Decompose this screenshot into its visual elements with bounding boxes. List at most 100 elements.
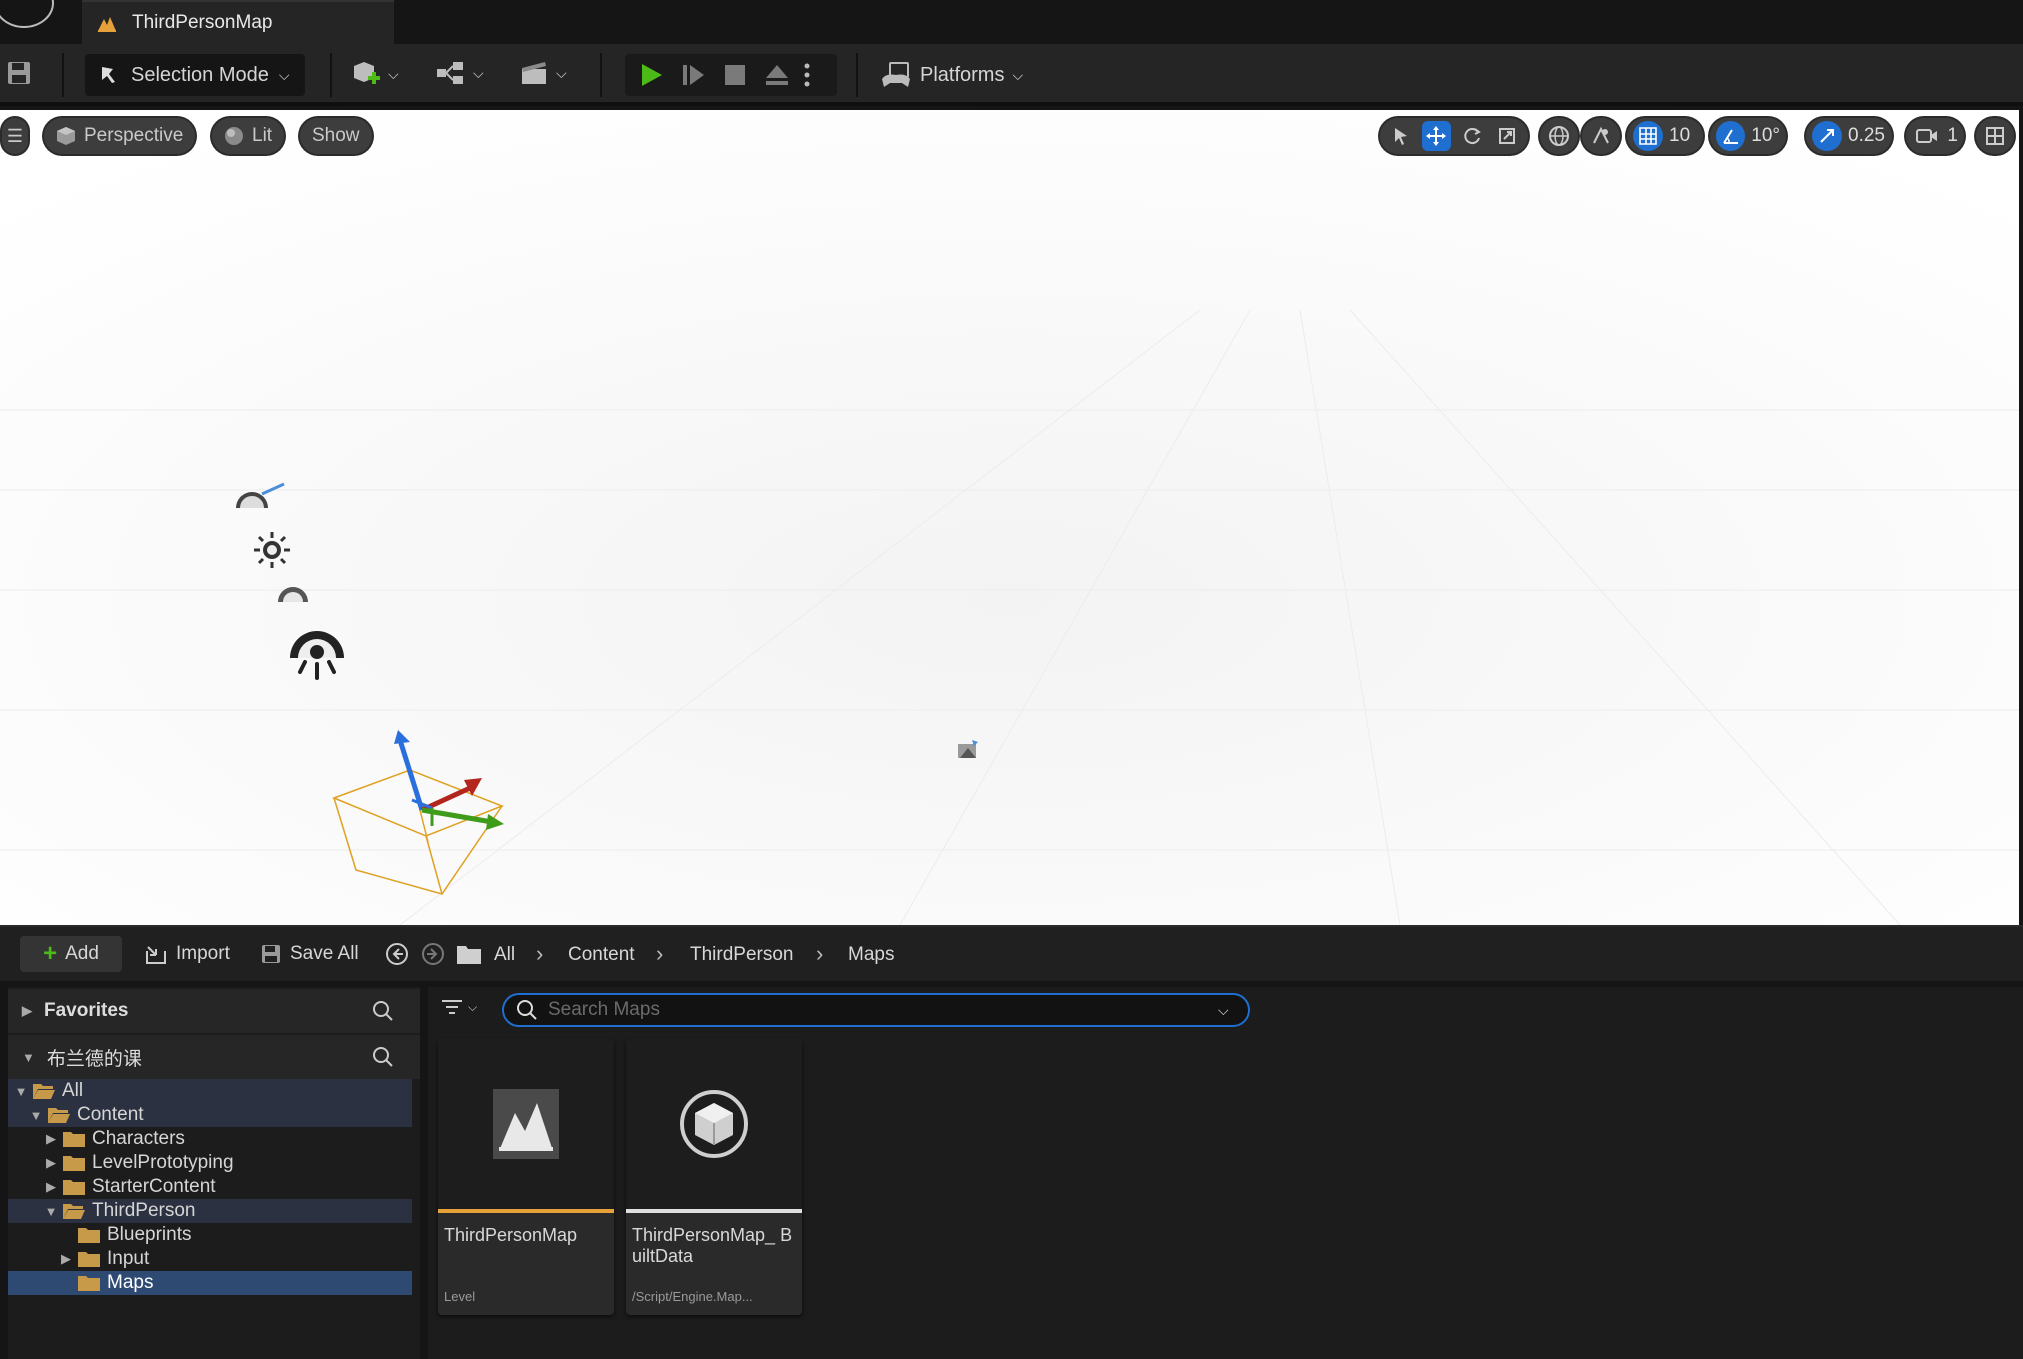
translate-tool-icon[interactable] xyxy=(1421,121,1451,151)
forward-arrow-icon[interactable] xyxy=(420,941,446,967)
project-header[interactable]: ▼ 布兰德的课 xyxy=(8,1035,420,1079)
perspective-button[interactable]: Perspective xyxy=(44,118,196,154)
toolbar-divider xyxy=(600,53,602,97)
folder-icon xyxy=(63,1156,85,1171)
chevron-right-icon[interactable]: ▶ xyxy=(44,1155,58,1171)
cinematics-button[interactable]: ⌵ xyxy=(518,58,567,88)
tree-item-label: Maps xyxy=(107,1272,154,1293)
chevron-down-icon[interactable]: ⌵ xyxy=(1218,1002,1229,1019)
scale-snap-control[interactable]: 0.25 xyxy=(1806,118,1892,154)
folder-icon[interactable] xyxy=(456,943,482,965)
chevron-down-icon[interactable]: ▼ xyxy=(44,1204,58,1219)
import-button[interactable]: Import xyxy=(144,936,230,972)
selection-mode-button[interactable]: Selection Mode ⌵ xyxy=(85,54,305,96)
viewport-layout-button[interactable] xyxy=(1976,118,2014,154)
transform-gizmo[interactable] xyxy=(320,730,520,910)
chevron-down-icon[interactable]: ▼ xyxy=(14,1084,28,1099)
platforms-icon xyxy=(882,62,910,87)
tree-item-label: Characters xyxy=(92,1128,185,1149)
directional-light-icon[interactable] xyxy=(252,530,292,570)
hamburger-icon: ☰ xyxy=(6,125,24,146)
rotation-snap-control[interactable]: 10° xyxy=(1710,118,1786,154)
more-options-icon[interactable] xyxy=(801,61,813,89)
tab-third-person-map[interactable]: ThirdPersonMap xyxy=(82,0,394,44)
import-label: Import xyxy=(176,943,230,964)
tree-item-startercontent[interactable]: ▶ StarterContent xyxy=(8,1175,412,1199)
asset-name: ThirdPersonMap xyxy=(444,1225,578,1245)
angle-snap-icon xyxy=(1716,121,1746,151)
search-input[interactable] xyxy=(548,999,1208,1021)
clapperboard-icon xyxy=(522,62,546,84)
folder-icon xyxy=(63,1180,85,1195)
asset-name: ThirdPersonMap_ BuiltData xyxy=(632,1225,793,1266)
tree-item-maps[interactable]: Maps xyxy=(8,1271,412,1295)
tree-item-content[interactable]: ▼ Content xyxy=(8,1103,412,1127)
tab-title: ThirdPersonMap xyxy=(132,12,273,33)
stop-icon[interactable] xyxy=(721,61,749,89)
surface-snap-toggle[interactable] xyxy=(1582,118,1620,154)
show-button[interactable]: Show xyxy=(300,118,372,154)
save-all-button[interactable]: Save All xyxy=(260,936,359,972)
rotate-tool-icon[interactable] xyxy=(1457,121,1487,151)
tree-item-thirdperson[interactable]: ▼ ThirdPerson xyxy=(8,1199,412,1223)
perspective-label: Perspective xyxy=(84,125,184,146)
asset-thumbnail xyxy=(626,1039,802,1209)
tree-item-levelprototyping[interactable]: ▶ LevelPrototyping xyxy=(8,1151,412,1175)
toolbar-divider xyxy=(856,53,858,97)
breadcrumb-content[interactable]: Content xyxy=(568,944,635,966)
search-icon[interactable] xyxy=(372,1000,394,1022)
play-icon[interactable] xyxy=(637,61,665,89)
grid-snap-control[interactable]: 10 xyxy=(1627,118,1703,154)
chevron-right-icon[interactable]: ▶ xyxy=(44,1131,58,1147)
lit-sphere-icon xyxy=(225,127,243,145)
chevron-right-icon[interactable]: ▶ xyxy=(59,1251,73,1267)
chevron-down-icon: ⌵ xyxy=(473,64,484,81)
map-build-data-icon xyxy=(680,1090,748,1158)
platforms-button[interactable]: Platforms ⌵ xyxy=(880,54,1023,96)
breadcrumb-all[interactable]: All xyxy=(494,944,515,966)
exponential-fog-icon[interactable] xyxy=(286,622,348,686)
viewport-menu-button[interactable]: ☰ xyxy=(2,118,28,154)
eject-icon[interactable] xyxy=(763,61,791,89)
select-tool-icon[interactable] xyxy=(1386,121,1416,151)
player-start-icon[interactable] xyxy=(954,736,982,764)
tree-item-input[interactable]: ▶ Input xyxy=(8,1247,412,1271)
world-local-toggle[interactable] xyxy=(1540,118,1578,154)
blueprints-button[interactable]: ⌵ xyxy=(435,58,484,88)
save-icon[interactable] xyxy=(6,60,32,86)
search-icon[interactable] xyxy=(372,1046,394,1068)
chevron-down-icon: ▼ xyxy=(22,1049,35,1065)
scale-tool-icon[interactable] xyxy=(1493,121,1523,151)
level-viewport[interactable]: ☰ Perspective Lit Show 10 10° 0.25 1 xyxy=(0,110,2023,925)
camera-speed-control[interactable]: 1 xyxy=(1906,118,1964,154)
tree-item-all[interactable]: ▼ All xyxy=(8,1079,412,1103)
unreal-logo-icon[interactable] xyxy=(0,0,54,28)
play-controls xyxy=(625,54,837,96)
asset-type: /Script/Engine.Map... xyxy=(632,1289,753,1304)
favorites-header[interactable]: ▶ Favorites xyxy=(8,989,420,1033)
lit-button[interactable]: Lit xyxy=(212,118,285,154)
cube-icon xyxy=(57,127,75,145)
sky-light-icon[interactable] xyxy=(276,584,310,604)
add-button[interactable]: + Add xyxy=(20,936,122,972)
back-arrow-icon[interactable] xyxy=(384,941,410,967)
chevron-down-icon[interactable]: ▼ xyxy=(29,1108,43,1123)
folder-icon xyxy=(78,1252,100,1267)
step-icon[interactable] xyxy=(679,61,707,89)
level-map-icon xyxy=(493,1089,559,1159)
breadcrumb-maps[interactable]: Maps xyxy=(848,944,894,966)
asset-tile[interactable]: ThirdPersonMap Level xyxy=(438,1039,614,1315)
folder-open-icon xyxy=(48,1108,70,1123)
filter-icon xyxy=(442,1000,462,1014)
breadcrumb-third-person[interactable]: ThirdPerson xyxy=(690,944,794,966)
sky-atmosphere-icon[interactable] xyxy=(232,478,288,512)
filter-button[interactable]: ⌵ xyxy=(440,997,477,1017)
asset-tile[interactable]: ThirdPersonMap_ BuiltData /Script/Engine… xyxy=(626,1039,802,1315)
add-actor-button[interactable]: ⌵ xyxy=(350,58,399,90)
selection-mode-icon xyxy=(102,67,115,83)
tree-item-blueprints[interactable]: Blueprints xyxy=(8,1223,412,1247)
tree-item-label: Content xyxy=(77,1104,144,1125)
chevron-right-icon[interactable]: ▶ xyxy=(44,1179,58,1195)
tree-item-characters[interactable]: ▶ Characters xyxy=(8,1127,412,1151)
grid-snap-value: 10 xyxy=(1669,125,1691,146)
